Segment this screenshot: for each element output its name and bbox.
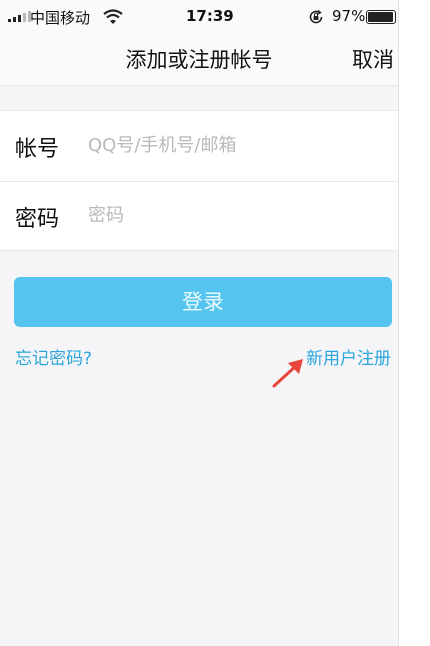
password-label: 密码 bbox=[15, 207, 60, 232]
wifi-icon bbox=[103, 9, 123, 28]
login-button[interactable]: 登录 bbox=[14, 277, 392, 327]
status-time: 17:39 bbox=[186, 7, 234, 25]
carrier-name: 中国移动 bbox=[30, 9, 91, 27]
battery-percent: 97% bbox=[332, 7, 366, 25]
signal-icon bbox=[8, 11, 31, 22]
annotation-arrow-icon bbox=[270, 357, 306, 393]
status-bar: 中国移动 17:39 97% bbox=[0, 0, 398, 34]
cancel-button[interactable]: 取消 bbox=[352, 44, 394, 74]
navigation-bar: 添加或注册帐号 取消 bbox=[0, 34, 398, 86]
forgot-password-link[interactable]: 忘记密码? bbox=[15, 344, 92, 369]
page-title: 添加或注册帐号 bbox=[125, 48, 273, 72]
account-input[interactable] bbox=[88, 129, 378, 161]
battery-icon bbox=[366, 10, 396, 24]
login-form: 帐号 密码 bbox=[0, 110, 398, 251]
password-input[interactable] bbox=[88, 199, 378, 231]
account-row: 帐号 bbox=[0, 111, 398, 181]
app-screen: 中国移动 17:39 97% 添加或注册帐号 取消 帐号 QQ号/手机号/邮箱 … bbox=[0, 0, 398, 646]
orientation-lock-icon bbox=[308, 9, 324, 29]
new-user-register-link[interactable]: 新用户注册 bbox=[306, 344, 391, 369]
password-row: 密码 bbox=[0, 181, 398, 251]
account-label: 帐号 bbox=[15, 137, 60, 162]
screen-edge bbox=[398, 0, 399, 646]
